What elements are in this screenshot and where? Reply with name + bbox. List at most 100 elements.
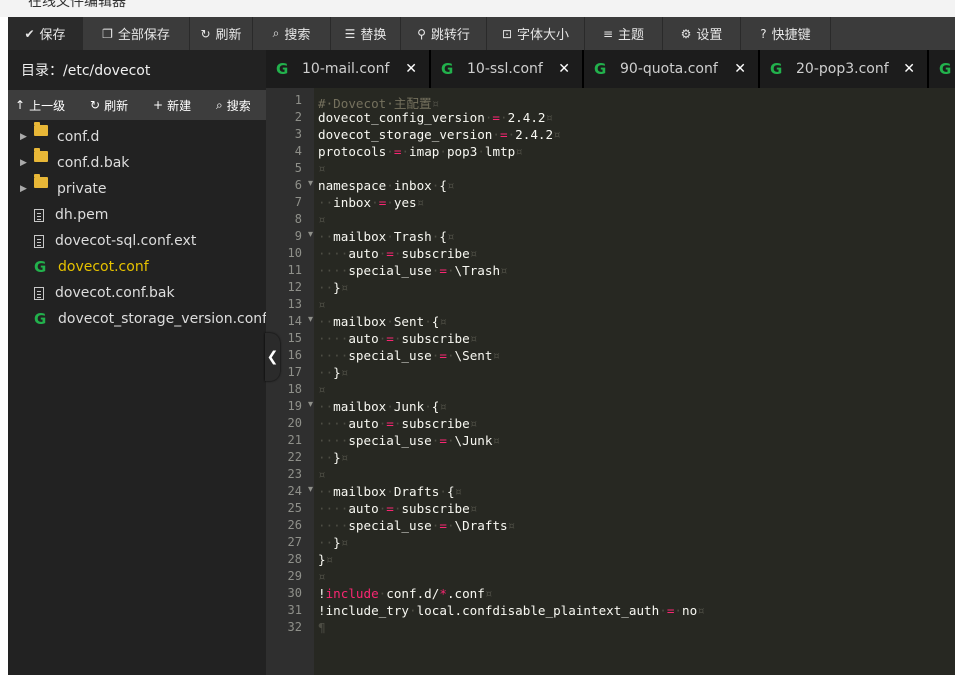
toolbar-button-0[interactable]: ✔ 保存 [8,17,83,50]
toolbar-button-label: 保存 [39,28,66,43]
conf-file-icon: G [939,60,952,78]
code-line: ····special_use·=·\Junk¤ [318,433,501,448]
editor-tab-partial[interactable]: G [929,50,955,88]
toolbar-button-8[interactable]: ⚙ 设置 [663,17,741,50]
line-number: 31 [287,603,302,617]
theme-icon: ≡ [602,26,614,41]
goto-line-icon: ⚲ [417,26,426,41]
conf-file-icon: G [34,310,47,328]
line-number: 29 [287,569,302,583]
fold-arrow-icon[interactable]: ▾ [308,484,313,495]
close-icon[interactable]: ✕ [734,61,746,77]
line-number: 23 [287,467,302,481]
tab-bar: G 10-mail.conf ✕ G 10-ssl.conf ✕ G 90-quota.con… [266,50,955,88]
toolbar-button-5[interactable]: ⚲ 跳转行 [401,17,487,50]
line-number: 21 [287,433,302,447]
tree-item[interactable]: dovecot-sql.conf.ext [8,228,266,254]
code-line: ··mailbox·Trash·{¤ [318,229,455,244]
tree-item-label: private [57,181,107,197]
code-line: dovecot_config_version·=·2.4.2¤ [318,110,554,125]
code-line: ··}¤ [318,450,349,465]
line-number: 2 [294,110,302,124]
tree-item[interactable]: ▶ conf.d.bak [8,148,266,176]
chevron-right-icon[interactable]: ▶ [20,132,27,142]
toolbar-button-3[interactable]: ⌕ 搜索 [253,17,331,50]
close-icon[interactable]: ✕ [405,61,417,77]
toolbar-button-7[interactable]: ≡ 主题 [585,17,663,50]
code-line: ¤ [318,569,326,584]
plus-icon: + [153,98,164,112]
tree-item-label: conf.d [57,129,100,145]
main-toolbar: ✔ 保存 ❐ 全部保存 ↻ 刷新 ⌕ 搜索 ☰ 替换 ⚲ 跳转行 ⊡ 字体大小 ≡ 主题 ⚙ 设置? 快捷键 [8,17,955,50]
sidebar-tool-1[interactable]: ↻ 刷新 [90,90,128,120]
line-number: 10 [287,246,302,260]
code-editor[interactable]: #·Dovecot·主配置¤ dovecot_config_version·=·2… [314,88,955,675]
editor-tab[interactable]: G 10-mail.conf ✕ [266,50,431,88]
sidebar-tool-3[interactable]: ⌕ 搜索 [216,90,251,120]
line-number: 25 [287,501,302,515]
line-number-gutter: 1 2 3 4 5 6 ▾ 7 8 9 ▾ 10 11 12 13 14 ▾ 15 16 17 18 19 ▾ 20 21 22 2… [266,88,314,675]
chevron-left-icon: ❮ [266,349,279,365]
sidebar-tool-2[interactable]: + 新建 [153,90,191,120]
toolbar-button-6[interactable]: ⊡ 字体大小 [487,17,585,50]
directory-path: 目录：/etc/dovecot [21,63,151,79]
close-icon[interactable]: ✕ [903,61,915,77]
line-number: 4 [294,144,302,158]
line-number: 17 [287,365,302,379]
editor-tab[interactable]: G 90-quota.conf ✕ [584,50,760,88]
tree-item-label: dh.pem [55,207,109,223]
close-icon[interactable]: ✕ [558,61,570,77]
editor-tab[interactable]: G 10-ssl.conf ✕ [431,50,584,88]
line-number: 12 [287,280,302,294]
refresh-icon: ↻ [90,98,101,112]
file-sidebar: 目录：/etc/dovecot ↑ 上一级 ↻ 刷新 + 新建 ⌕ 搜索 ▶ conf.d ▶ co… [8,50,268,675]
tree-item[interactable]: ▶ conf.d [8,122,266,150]
font-size-icon: ⊡ [501,26,513,41]
sidebar-tool-label: 刷新 [104,98,129,113]
toolbar-button-2[interactable]: ↻ 刷新 [190,17,253,50]
replace-icon: ☰ [344,26,356,41]
left-edge [0,17,8,675]
arrow-up-icon: ↑ [15,98,26,112]
fold-arrow-icon[interactable]: ▾ [308,314,313,325]
code-line: protocols·=·imap·pop3·lmtp¤ [318,144,523,159]
code-line: ····auto·=·subscribe¤ [318,416,478,431]
toolbar-button-label: 刷新 [215,28,242,43]
chevron-right-icon[interactable]: ▶ [20,158,27,168]
folder-icon [34,148,48,162]
line-number: 24 [287,484,302,498]
window-titlebar: 在线文件编辑器 [0,0,955,17]
toolbar-button-1[interactable]: ❐ 全部保存 [83,17,190,50]
tree-item[interactable]: dovecot.conf.bak [8,280,266,306]
sidebar-tool-0[interactable]: ↑ 上一级 [15,90,65,120]
toolbar-button-9[interactable]: ? 快捷键 [741,17,831,50]
toolbar-button-label: 全部保存 [117,28,170,43]
tree-item[interactable]: dh.pem [8,202,266,228]
code-line: ··inbox·=·yes¤ [318,195,425,210]
editor-tab[interactable]: G 20-pop3.conf ✕ [760,50,929,88]
tab-label: 10-ssl.conf [467,61,543,77]
code-line: ··}¤ [318,535,349,550]
fold-arrow-icon[interactable]: ▾ [308,229,313,240]
toolbar-button-4[interactable]: ☰ 替换 [331,17,401,50]
line-number: 15 [287,331,302,345]
code-line: ····special_use·=·\Drafts¤ [318,518,516,533]
fold-arrow-icon[interactable]: ▾ [308,178,313,189]
line-number: 32 [287,620,302,634]
code-line: ··mailbox·Junk·{¤ [318,399,447,414]
tree-item[interactable]: ▶ private [8,174,266,202]
line-number: 5 [294,161,302,175]
tree-item-label: dovecot.conf [58,259,149,275]
tree-item[interactable]: Gdovecot_storage_version.conf [8,306,268,332]
tree-item[interactable]: Gdovecot.conf [8,254,266,280]
sidebar-collapse-button[interactable]: ❮ [265,333,280,381]
toolbar-button-label: 跳转行 [430,28,470,43]
chevron-right-icon[interactable]: ▶ [20,184,27,194]
line-number: 11 [287,263,302,277]
code-line: ¤ [318,467,326,482]
toolbar-button-label: 字体大小 [517,28,570,43]
tree-item-label: dovecot_storage_version.conf [58,311,268,327]
check-icon: ✔ [24,26,35,41]
file-icon [34,234,44,248]
fold-arrow-icon[interactable]: ▾ [308,399,313,410]
